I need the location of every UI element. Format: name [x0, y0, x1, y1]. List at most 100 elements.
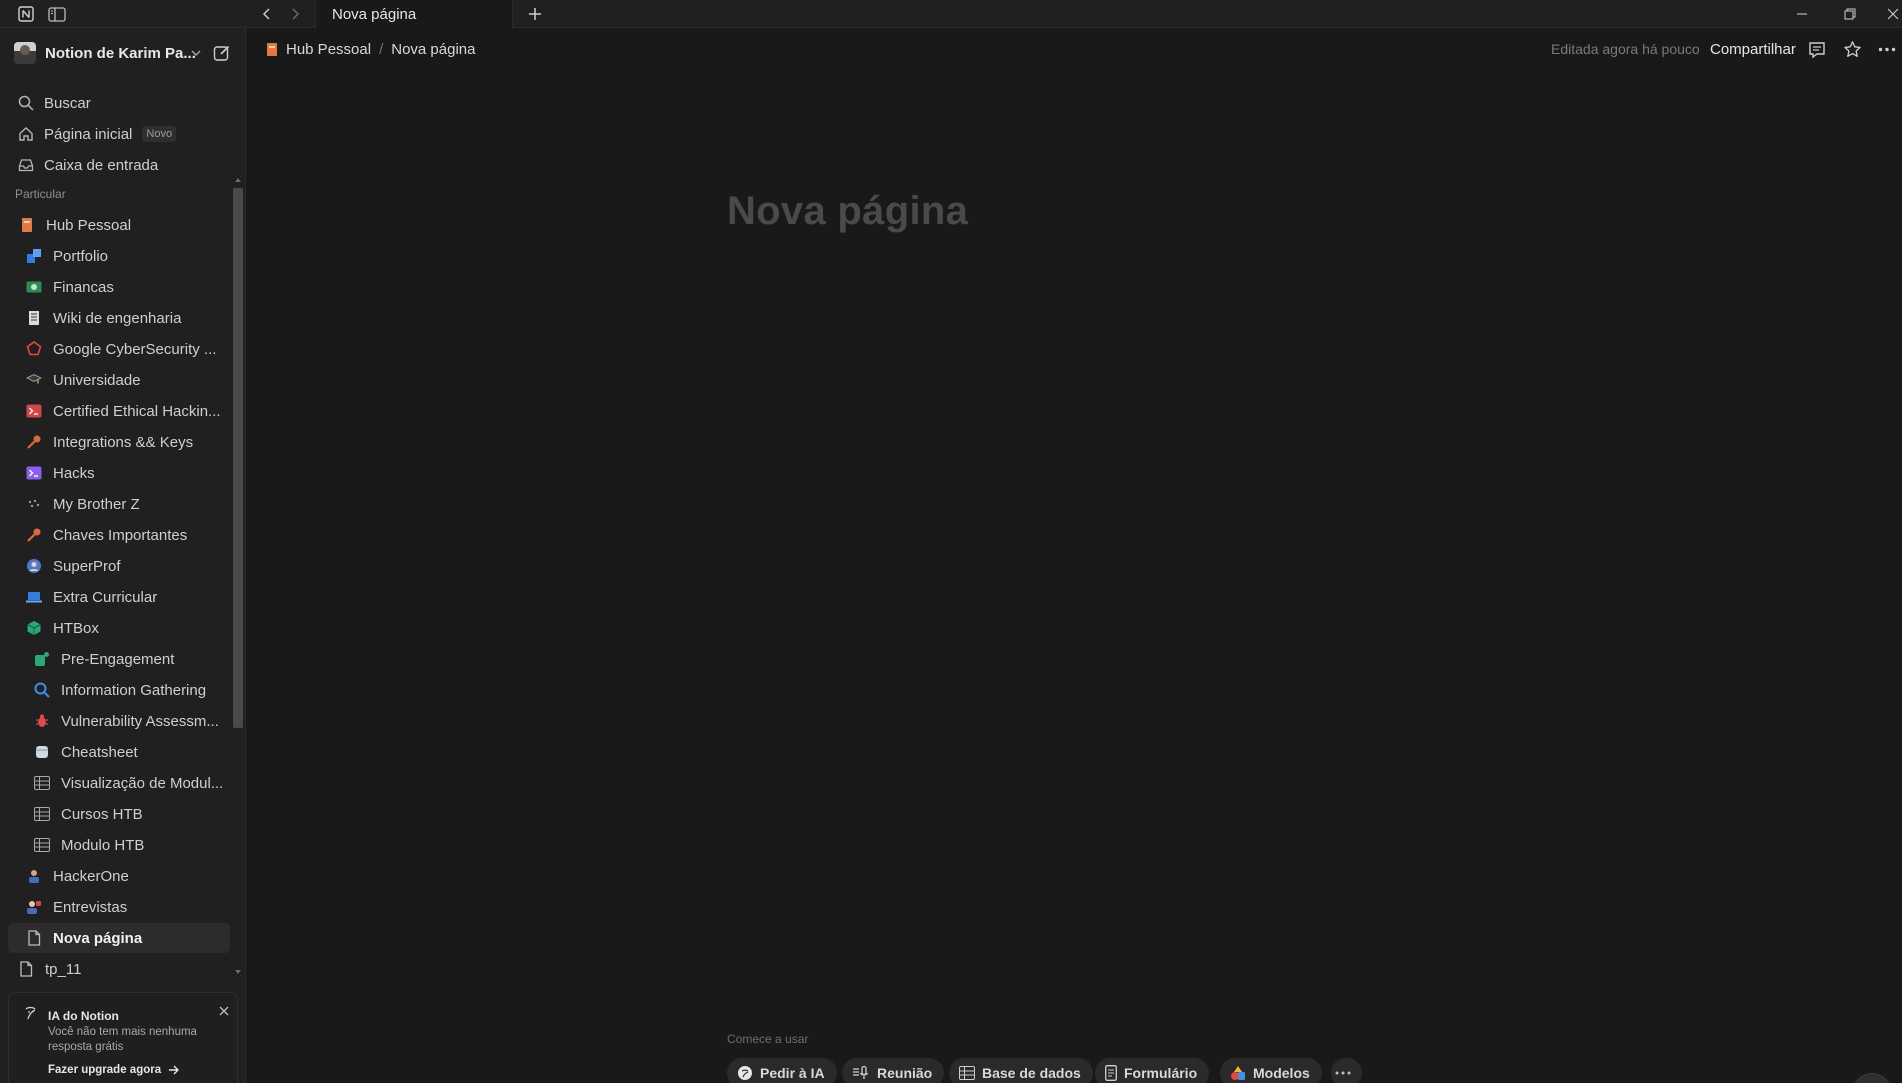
sidebar-page-wiki-de-engenharia[interactable]: Wiki de engenharia: [25, 303, 247, 333]
restore-window-icon[interactable]: [1840, 0, 1860, 28]
new-page-compose-icon[interactable]: [213, 44, 231, 62]
sidebar-item-label: Caixa de entrada: [44, 156, 159, 174]
more-chips-button[interactable]: [1331, 1058, 1362, 1083]
chip-label: Pedir à IA: [760, 1065, 825, 1081]
sidebar-page-label: Chaves Importantes: [53, 526, 188, 544]
forward-arrow-icon[interactable]: [285, 0, 305, 28]
sidebar-page-chaves-importantes[interactable]: Chaves Importantes: [25, 520, 247, 550]
money-icon: [25, 278, 43, 296]
sidebar-page-label: SuperProf: [53, 557, 121, 575]
comments-icon[interactable]: [1808, 41, 1826, 59]
sidebar-scrollbar-thumb[interactable]: [233, 188, 243, 728]
sidebar-page-my-brother-z[interactable]: My Brother Z: [25, 489, 247, 519]
ask-ai-button[interactable]: Pedir à IA: [727, 1058, 837, 1083]
sidebar-page-label: Hub Pessoal: [46, 216, 132, 234]
key-icon: [25, 526, 43, 544]
terminal-purple-icon: [25, 464, 43, 482]
meeting-audio-icon: [853, 1065, 869, 1079]
sidebar-page-label: Entrevistas: [53, 898, 128, 916]
close-icon[interactable]: [219, 1006, 229, 1016]
sidebar-page-label: Financas: [53, 278, 114, 296]
sidebar-page-label: tp_11: [45, 960, 82, 978]
sidebar-item-label: Buscar: [44, 94, 91, 112]
terminal-red-icon: [25, 402, 43, 420]
sidebar-page-label: Google CyberSecurity ...: [53, 340, 217, 358]
sidebar-page-vulnerability-assessment[interactable]: Vulnerability Assessm...: [33, 706, 255, 736]
sidebar-item-label: Página inicial: [44, 125, 133, 143]
notion-ai-face-icon: [25, 1006, 36, 1020]
sidebar-page-label: Pre-Engagement: [61, 650, 175, 668]
sidebar-page-tp-11[interactable]: tp_11: [17, 954, 239, 984]
help-button[interactable]: [1852, 1073, 1892, 1083]
sidebar-page-financas[interactable]: Financas: [25, 272, 247, 302]
database-button[interactable]: Base de dados: [949, 1058, 1093, 1083]
home-icon: [19, 127, 33, 141]
workspace-avatar: [14, 42, 36, 64]
close-window-icon[interactable]: [1884, 0, 1902, 28]
portfolio-icon: [25, 247, 43, 265]
favorite-star-icon[interactable]: [1843, 40, 1862, 59]
sidebar-page-extra-curricular[interactable]: Extra Curricular: [25, 582, 247, 612]
templates-shapes-icon: [1231, 1066, 1245, 1080]
sidebar-page-label: Visualização de Modul...: [61, 774, 224, 792]
sidebar-page-integrations-keys[interactable]: Integrations && Keys: [25, 427, 247, 457]
upgrade-link[interactable]: Fazer upgrade agora: [48, 1064, 180, 1076]
sidebar-page-label: Extra Curricular: [53, 588, 158, 606]
inbox-icon: [18, 159, 34, 172]
sidebar-page-label: Vulnerability Assessm...: [61, 712, 219, 730]
notion-logo-icon[interactable]: [16, 0, 36, 28]
sidebar-item-caixa-de-entrada[interactable]: Caixa de entrada: [8, 150, 238, 180]
chevron-down-icon[interactable]: [190, 48, 202, 58]
sidebar-page-label: HTBox: [53, 619, 99, 637]
minimize-icon[interactable]: [1792, 0, 1812, 28]
sidebar-page-hackerone[interactable]: HackerOne: [25, 861, 247, 891]
sidebar-page-superprof[interactable]: SuperProf: [25, 551, 247, 581]
sidebar-item-buscar[interactable]: Buscar: [8, 88, 238, 118]
new-tab-plus-icon[interactable]: [525, 0, 545, 28]
notion-ai-card: IA do Notion Você não tem mais nenhuma r…: [8, 992, 238, 1083]
workspace-switcher[interactable]: Notion de Karim Pa...: [0, 37, 246, 69]
sidebar-page-universidade[interactable]: Universidade: [25, 365, 247, 395]
breadcrumb-parent[interactable]: Hub Pessoal: [266, 41, 371, 58]
sidebar-page-visualizacao-de-modulos[interactable]: Visualização de Modul...: [33, 768, 255, 798]
tab-nova-pagina[interactable]: Nova página: [315, 0, 513, 28]
sidebar-page-certified-ethical-hacking[interactable]: Certified Ethical Hackin...: [25, 396, 247, 426]
chip-label: Modelos: [1253, 1065, 1310, 1081]
more-options-icon[interactable]: [1878, 47, 1896, 52]
breadcrumb-current[interactable]: Nova página: [391, 41, 475, 58]
sidebar-page-cheatsheet[interactable]: Cheatsheet: [33, 737, 255, 767]
section-label-particular: Particular: [15, 187, 66, 201]
sidebar-toggle-icon[interactable]: [46, 0, 68, 28]
page-title-placeholder[interactable]: Nova página: [727, 189, 968, 234]
sidebar-page-portfolio[interactable]: Portfolio: [25, 241, 247, 271]
database-icon: [33, 743, 51, 761]
get-started-label: Comece a usar: [727, 1032, 809, 1046]
sidebar-page-htbox[interactable]: HTBox: [25, 613, 247, 643]
google-cyber-icon: [25, 340, 43, 358]
sidebar-page-modulo-htb[interactable]: Modulo HTB: [33, 830, 255, 860]
sidebar-page-google-cybersecurity[interactable]: Google CyberSecurity ...: [25, 334, 247, 364]
orange-book-icon: [18, 216, 36, 234]
scroll-down-arrow-icon[interactable]: [233, 968, 243, 976]
templates-button[interactable]: Modelos: [1220, 1058, 1322, 1083]
sidebar-page-entrevistas[interactable]: Entrevistas: [25, 892, 247, 922]
sidebar-page-information-gathering[interactable]: Information Gathering: [33, 675, 255, 705]
sidebar-page-label: Nova página: [53, 929, 143, 947]
meeting-button[interactable]: Reunião: [842, 1058, 945, 1083]
bug-icon: [33, 712, 51, 730]
share-button[interactable]: Compartilhar: [1710, 41, 1796, 58]
sidebar-page-label: HackerOne: [53, 867, 129, 885]
form-button[interactable]: Formulário: [1095, 1058, 1210, 1083]
back-arrow-icon[interactable]: [257, 0, 277, 28]
sidebar-page-nova-pagina[interactable]: Nova página: [8, 923, 230, 953]
new-badge: Novo: [142, 126, 177, 142]
sidebar-page-cursos-htb[interactable]: Cursos HTB: [33, 799, 255, 829]
sidebar-page-hacks[interactable]: Hacks: [25, 458, 247, 488]
sidebar-item-pagina-inicial[interactable]: Página inicial Novo: [8, 119, 238, 149]
scroll-up-arrow-icon[interactable]: [233, 176, 243, 184]
chip-label: Base de dados: [982, 1065, 1081, 1081]
htbox-cube-icon: [25, 619, 43, 637]
sidebar-page-label: Cheatsheet: [61, 743, 138, 761]
sidebar-page-hub-pessoal[interactable]: Hub Pessoal: [18, 210, 240, 240]
sidebar-page-pre-engagement[interactable]: Pre-Engagement: [33, 644, 255, 674]
